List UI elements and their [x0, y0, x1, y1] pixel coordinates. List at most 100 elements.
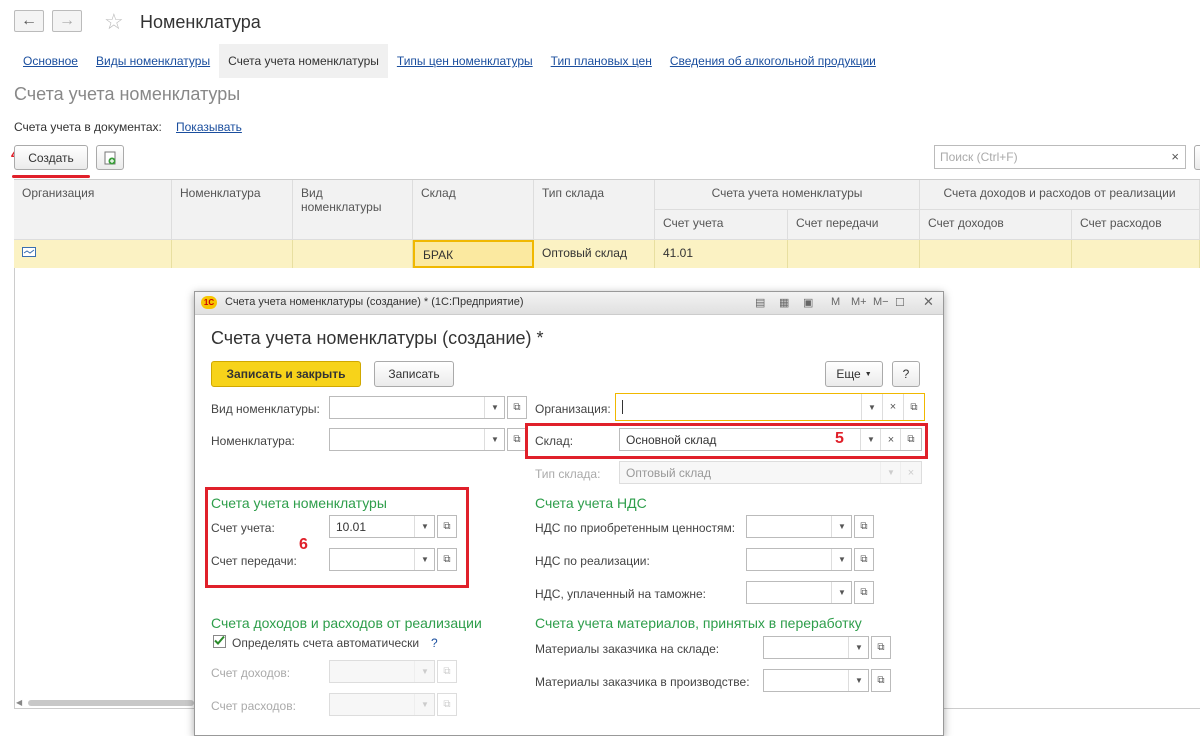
col-group-accounts: Счета учета номенклатуры: [655, 180, 920, 210]
dialog-titlebar[interactable]: 1С Счета учета номенклатуры (создание) *…: [195, 292, 943, 315]
search-input[interactable]: Поиск (Ctrl+F) ×: [934, 145, 1186, 169]
print-icon[interactable]: ▤: [755, 296, 765, 309]
tab-price-types[interactable]: Типы цен номенклатуры: [388, 44, 542, 78]
auto-checkbox[interactable]: [213, 635, 226, 648]
open-nomenclature-icon[interactable]: ⧉: [507, 428, 527, 451]
help-button[interactable]: ?: [892, 361, 920, 387]
section-materials-title: Счета учета материалов, принятых в перер…: [535, 615, 862, 631]
window-title: Номенклатура: [140, 12, 261, 32]
mat-production-field[interactable]: ▼: [763, 669, 869, 692]
col-group-income: Счета доходов и расходов от реализации: [920, 180, 1200, 210]
more-label: Еще: [836, 367, 861, 381]
clear-icon[interactable]: ×: [882, 394, 903, 420]
tab-bar: Основное Виды номенклатуры Счета учета н…: [14, 44, 885, 78]
open-vat-customs-icon[interactable]: ⧉: [854, 581, 874, 604]
dialog-window-title: Счета учета номенклатуры (создание) * (1…: [225, 296, 524, 308]
row-org-cell[interactable]: [14, 240, 172, 268]
chevron-down-icon: ▼: [864, 370, 872, 378]
auto-help-link[interactable]: ?: [431, 636, 438, 650]
dropdown-icon: ▼: [414, 694, 435, 715]
dropdown-icon[interactable]: ▼: [484, 397, 505, 418]
memory-mminus-icon[interactable]: M−: [873, 296, 889, 308]
dropdown-icon[interactable]: ▼: [831, 516, 852, 537]
open-mat-production-icon[interactable]: ⧉: [871, 669, 891, 692]
col-header-kind[interactable]: Вид номенклатуры: [293, 180, 413, 240]
favorite-star-icon[interactable]: ☆: [104, 9, 124, 35]
memory-m-icon[interactable]: M: [831, 296, 840, 308]
create-dialog: 1С Счета учета номенклатуры (создание) *…: [194, 291, 944, 736]
calendar-icon[interactable]: ▣: [803, 296, 813, 309]
vat-customs-field[interactable]: ▼: [746, 581, 852, 604]
tab-planned-prices[interactable]: Тип плановых цен: [542, 44, 661, 78]
forward-button[interactable]: →: [52, 10, 82, 32]
scroll-left-icon[interactable]: ◀: [16, 698, 22, 707]
org-field[interactable]: ▼ × ⧉: [615, 393, 925, 421]
page-heading: Счета учета номенклатуры: [14, 84, 241, 104]
arrow-right-icon: →: [59, 12, 75, 29]
copy-button[interactable]: [96, 145, 124, 170]
dropdown-icon[interactable]: ▼: [848, 670, 869, 691]
section-income-title: Счета доходов и расходов от реализации: [211, 615, 482, 631]
back-button[interactable]: ←: [14, 10, 44, 32]
kind-label: Вид номенклатуры:: [211, 402, 320, 416]
vat-sales-field[interactable]: ▼: [746, 548, 852, 571]
open-vat-sales-icon[interactable]: ⧉: [854, 548, 874, 571]
nomenclature-label: Номенклатура:: [211, 434, 295, 448]
col-header-account[interactable]: Счет учета: [655, 210, 788, 240]
more-button[interactable]: Еще ▼: [825, 361, 883, 387]
dialog-header: Счета учета номенклатуры (создание) *: [211, 328, 544, 348]
create-button[interactable]: Создать: [14, 145, 88, 170]
tab-nomenclature-kinds[interactable]: Виды номенклатуры: [87, 44, 219, 78]
clear-search-icon[interactable]: ×: [1171, 149, 1179, 164]
dropdown-icon[interactable]: ▼: [484, 429, 505, 450]
row-account-cell[interactable]: 41.01: [655, 240, 788, 268]
1c-logo-icon: 1С: [201, 296, 217, 309]
row-expense-cell[interactable]: [1072, 240, 1200, 268]
row-nomenclature-cell[interactable]: [172, 240, 293, 268]
tab-alcohol-info[interactable]: Сведения об алкогольной продукции: [661, 44, 885, 78]
calculator-icon[interactable]: ▦: [779, 296, 789, 309]
col-header-warehouse[interactable]: Склад: [413, 180, 534, 240]
row-transfer-cell[interactable]: [788, 240, 920, 268]
open-income-icon: ⧉: [437, 660, 457, 683]
open-vat-purchased-icon[interactable]: ⧉: [854, 515, 874, 538]
income-label: Счет доходов:: [211, 666, 291, 680]
col-header-income[interactable]: Счет доходов: [920, 210, 1072, 240]
auto-checkbox-label[interactable]: Определять счета автоматически: [232, 636, 419, 650]
vat-purchased-label: НДС по приобретенным ценностям:: [535, 521, 736, 535]
save-close-button[interactable]: Записать и закрыть: [211, 361, 361, 387]
dropdown-icon[interactable]: ▼: [831, 582, 852, 603]
dropdown-icon[interactable]: ▼: [861, 394, 882, 420]
mat-warehouse-field[interactable]: ▼: [763, 636, 869, 659]
tab-accounts[interactable]: Счета учета номенклатуры: [219, 44, 388, 78]
dropdown-icon[interactable]: ▼: [848, 637, 869, 658]
open-kind-icon[interactable]: ⧉: [507, 396, 527, 419]
tab-basic[interactable]: Основное: [14, 44, 87, 78]
open-org-icon[interactable]: ⧉: [903, 394, 924, 420]
row-warehouse-type-cell[interactable]: Оптовый склад: [534, 240, 655, 268]
col-header-org[interactable]: Организация: [14, 180, 172, 240]
more-actions-button[interactable]: [1194, 145, 1200, 170]
kind-field[interactable]: ▼: [329, 396, 505, 419]
row-income-cell[interactable]: [920, 240, 1072, 268]
maximize-icon[interactable]: ☐: [895, 296, 905, 309]
vat-purchased-field[interactable]: ▼: [746, 515, 852, 538]
col-header-nomenclature[interactable]: Номенклатура: [172, 180, 293, 240]
memory-mplus-icon[interactable]: M+: [851, 296, 867, 308]
col-header-warehouse-type[interactable]: Тип склада: [534, 180, 655, 240]
row-kind-cell[interactable]: [293, 240, 413, 268]
annotation-box-5: [525, 423, 928, 459]
row-warehouse-cell[interactable]: БРАК: [413, 240, 534, 268]
close-icon[interactable]: ✕: [923, 294, 934, 310]
warehouse-type-value: Оптовый склад: [626, 466, 711, 480]
col-header-expense[interactable]: Счет расходов: [1072, 210, 1200, 240]
col-header-transfer[interactable]: Счет передачи: [788, 210, 920, 240]
save-label: Записать: [388, 367, 440, 381]
arrow-left-icon: ←: [21, 12, 37, 29]
horizontal-scrollbar[interactable]: [28, 700, 194, 706]
nomenclature-field[interactable]: ▼: [329, 428, 505, 451]
docs-show-link[interactable]: Показывать: [176, 120, 242, 134]
save-button[interactable]: Записать: [374, 361, 454, 387]
open-mat-warehouse-icon[interactable]: ⧉: [871, 636, 891, 659]
dropdown-icon[interactable]: ▼: [831, 549, 852, 570]
